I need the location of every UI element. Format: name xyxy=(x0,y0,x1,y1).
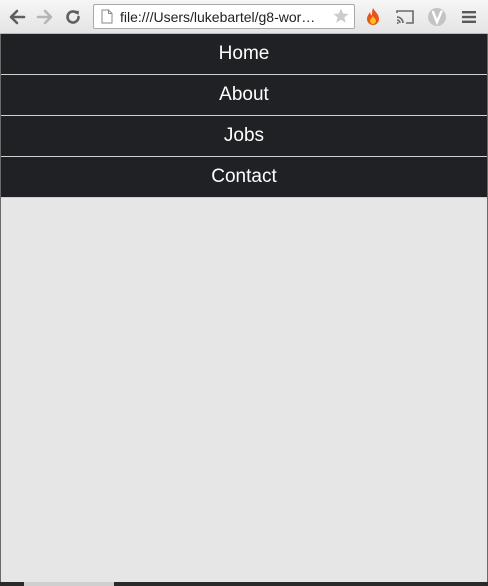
address-bar[interactable]: file:///Users/lukebartel/g8-wor… xyxy=(93,4,355,29)
cast-button[interactable] xyxy=(394,6,416,28)
forward-arrow-icon xyxy=(36,9,53,25)
nav-item-label: About xyxy=(219,84,269,105)
window-bottom-edge xyxy=(0,582,488,586)
fire-extension-button[interactable] xyxy=(362,6,384,28)
nav-item-jobs[interactable]: Jobs xyxy=(1,116,487,157)
nav-item-label: Contact xyxy=(211,166,277,187)
fire-extension-icon xyxy=(367,8,379,25)
forward-button[interactable] xyxy=(34,6,56,28)
status-strip xyxy=(24,582,114,586)
reload-icon xyxy=(66,10,80,24)
nav-item-home[interactable]: Home xyxy=(1,34,487,75)
browser-toolbar: file:///Users/lukebartel/g8-wor… xyxy=(0,0,488,34)
v-extension-icon xyxy=(428,8,446,26)
cast-icon xyxy=(396,10,414,24)
url-text: file:///Users/lukebartel/g8-wor… xyxy=(120,9,316,25)
star-icon[interactable] xyxy=(332,7,350,30)
v-extension-button[interactable] xyxy=(426,6,448,28)
menu-button[interactable] xyxy=(458,6,480,28)
page-icon xyxy=(101,9,113,29)
nav-item-label: Jobs xyxy=(223,125,265,146)
back-arrow-icon xyxy=(9,9,26,25)
reload-button[interactable] xyxy=(62,6,84,28)
page-viewport: Home About Jobs Contact xyxy=(1,34,487,586)
main-nav: Home About Jobs Contact xyxy=(1,34,487,198)
nav-item-about[interactable]: About xyxy=(1,75,487,116)
nav-item-contact[interactable]: Contact xyxy=(1,157,487,198)
nav-item-label: Home xyxy=(218,43,270,64)
back-button[interactable] xyxy=(6,6,28,28)
menu-icon xyxy=(462,11,476,23)
